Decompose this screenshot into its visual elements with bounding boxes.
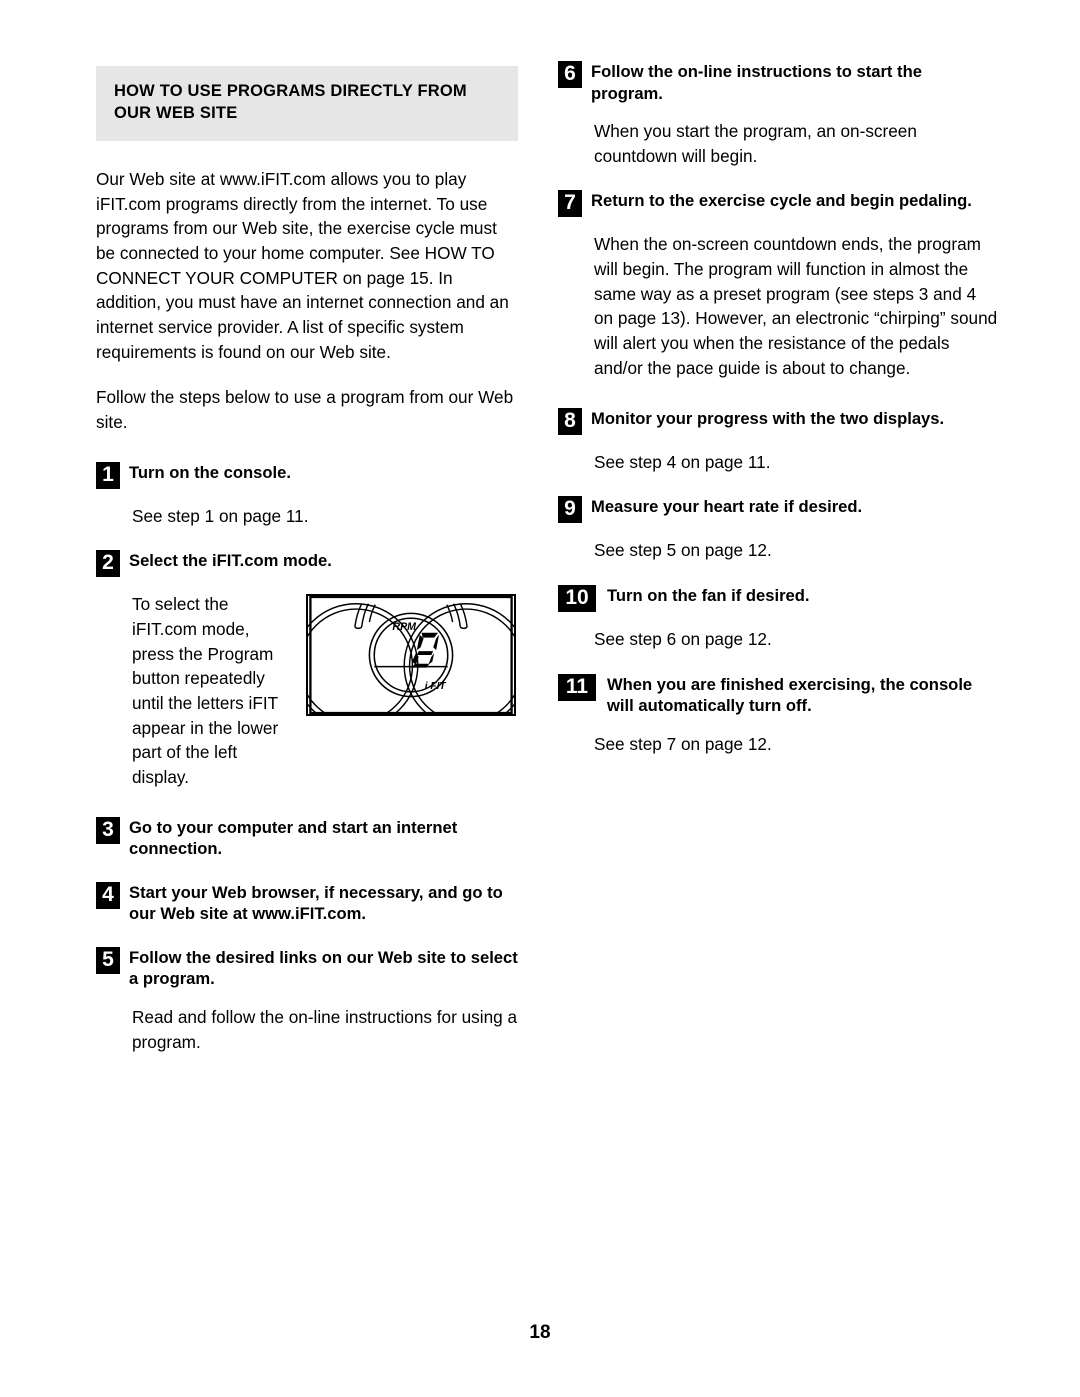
step-11-body: See step 7 on page 12. [594,733,772,754]
step-5: 5 Follow the desired links on our Web si… [96,946,520,990]
step-10-body: See step 6 on page 12. [594,628,772,649]
step-8-title: Monitor your progress with the two displ… [591,408,945,428]
page-number: 18 [529,1322,551,1343]
right-column: 6 Follow the on-line instructions to sta… [558,60,998,756]
intro-paragraph-2: Follow the steps below to use a program … [96,387,514,432]
step-7-title: Return to the exercise cycle and begin p… [591,191,972,211]
step-1-body: See step 1 on page 11. [132,505,309,526]
step-10-title: Turn on the fan if desired. [607,585,810,605]
step-11-number: 11 [558,673,596,701]
step-3-title: Go to your computer and start an interne… [129,817,458,859]
step-3-number: 3 [96,816,120,844]
step-4: 4 Start your Web browser, if necessary, … [96,881,520,925]
step-1-title: Turn on the console. [129,462,291,482]
step-9-body: See step 5 on page 12. [594,540,772,561]
step-5-number: 5 [96,946,120,974]
step-7-body: When the on-screen countdown ends, the p… [594,234,998,378]
console-display-illustration: RPM i FIT [306,594,516,717]
console-display-figure: RPM i FIT [306,594,516,717]
step-8-number: 8 [558,407,582,435]
manual-page: HOW TO USE PROGRAMS DIRECTLY FROM OUR WE… [0,0,1080,1397]
step-2-content-row: To select the iFIT.com mode, press the P… [96,592,520,789]
rpm-label: RPM [392,621,417,633]
step-1: 1 Turn on the console. [96,461,520,489]
step-10-number: 10 [558,584,596,612]
step-1-number: 1 [96,461,120,489]
step-9: 9 Measure your heart rate if desired. [558,495,998,524]
intro-paragraph-1: Our Web site at www.iFIT.com allows you … [96,168,509,362]
step-2-title: Select the iFIT.com mode. [129,551,332,571]
section-header-banner: HOW TO USE PROGRAMS DIRECTLY FROM OUR WE… [96,66,518,141]
step-4-title: Start your Web browser, if necessary, an… [129,882,503,924]
step-5-title: Follow the desired links on our Web site… [129,947,518,989]
step-8: 8 Monitor your progress with the two dis… [558,407,998,435]
step-6-body: When you start the program, an on-screen… [594,121,917,166]
step-8-body: See step 4 on page 11. [594,451,771,472]
step-4-number: 4 [96,881,120,909]
ifit-label: i FIT [425,681,447,692]
step-2: 2 Select the iFIT.com mode. [96,549,520,578]
step-6: 6 Follow the on-line instructions to sta… [558,60,998,104]
step-7-number: 7 [558,190,582,218]
page-title: HOW TO USE PROGRAMS DIRECTLY FROM OUR WE… [114,82,467,123]
step-9-number: 9 [558,496,582,524]
step-2-number: 2 [96,550,120,578]
step-2-body: To select the iFIT.com mode, press the P… [132,594,279,787]
step-6-number: 6 [558,61,582,88]
step-10: 10 Turn on the fan if desired. [558,584,998,612]
step-9-title: Measure your heart rate if desired. [591,497,863,517]
step-5-body: Read and follow the on-line instructions… [132,1007,518,1052]
step-11-title: When you are finished exercising, the co… [607,674,973,716]
left-column: HOW TO USE PROGRAMS DIRECTLY FROM OUR WE… [96,60,520,1054]
step-6-title: Follow the on-line instructions to start… [591,62,922,103]
step-3: 3 Go to your computer and start an inter… [96,816,520,860]
step-7: 7 Return to the exercise cycle and begin… [558,189,998,218]
step-11: 11 When you are finished exercising, the… [558,673,998,717]
